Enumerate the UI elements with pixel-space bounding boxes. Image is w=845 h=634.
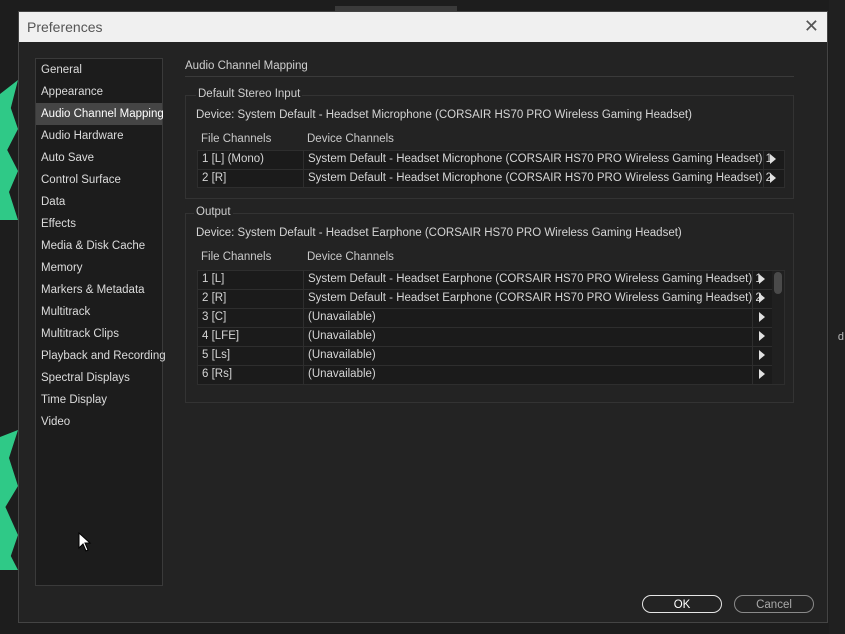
mouse-cursor-icon — [78, 532, 92, 552]
input-group-label: Default Stereo Input — [196, 88, 303, 100]
device-channel-cell: System Default - Headset Microphone (COR… — [308, 172, 772, 184]
sidebar-item-media-disk-cache[interactable]: Media & Disk Cache — [36, 235, 162, 257]
close-icon[interactable]: ✕ — [804, 16, 819, 36]
sidebar-item-control-surface[interactable]: Control Surface — [36, 169, 162, 191]
cancel-button[interactable]: Cancel — [734, 595, 814, 613]
table-row[interactable]: 5 [Ls] (Unavailable) — [198, 347, 784, 366]
device-channel-cell: (Unavailable) — [308, 349, 376, 361]
file-channel-cell: 5 [Ls] — [202, 349, 231, 361]
sidebar-item-data[interactable]: Data — [36, 191, 162, 213]
file-channel-cell: 2 [R] — [202, 292, 227, 304]
sidebar-item-time-display[interactable]: Time Display — [36, 389, 162, 411]
chevron-right-icon[interactable] — [759, 274, 765, 284]
output-group-label: Output — [194, 206, 233, 218]
device-channel-cell: System Default - Headset Microphone (COR… — [308, 153, 772, 165]
background-side-char: d — [837, 331, 844, 343]
sidebar-item-general[interactable]: General — [36, 59, 162, 81]
ok-button[interactable]: OK — [642, 595, 722, 613]
chevron-right-icon[interactable] — [759, 350, 765, 360]
chevron-right-icon[interactable] — [759, 293, 765, 303]
file-channel-cell: 4 [LFE] — [202, 330, 240, 342]
sidebar-item-appearance[interactable]: Appearance — [36, 81, 162, 103]
input-col-device-channels: Device Channels — [307, 133, 394, 145]
input-mapping-table: 1 [L] (Mono) System Default - Headset Mi… — [197, 150, 785, 188]
sidebar-item-effects[interactable]: Effects — [36, 213, 162, 235]
sidebar-item-audio-hardware[interactable]: Audio Hardware — [36, 125, 162, 147]
output-group: Output Device: System Default - Headset … — [185, 206, 794, 403]
chevron-right-icon[interactable] — [759, 312, 765, 322]
background-right-panel — [829, 0, 845, 634]
table-row[interactable]: 4 [LFE] (Unavailable) — [198, 328, 784, 347]
sidebar-item-multitrack[interactable]: Multitrack — [36, 301, 162, 323]
waveform-top — [0, 80, 18, 220]
file-channel-cell: 2 [R] — [202, 172, 227, 184]
sidebar-item-video[interactable]: Video — [36, 411, 162, 433]
table-row[interactable]: 6 [Rs] (Unavailable) — [198, 366, 784, 384]
input-group: Default Stereo Input Device: System Defa… — [185, 88, 794, 199]
preferences-dialog: Preferences ✕ General Appearance Audio C… — [18, 11, 828, 623]
chevron-right-icon[interactable] — [770, 154, 776, 164]
section-title: Audio Channel Mapping — [185, 60, 308, 72]
table-row[interactable]: 1 [L] System Default - Headset Earphone … — [198, 271, 784, 290]
file-channel-cell: 1 [L] — [202, 273, 225, 285]
output-mapping-table: 1 [L] System Default - Headset Earphone … — [197, 270, 785, 385]
table-row[interactable]: 2 [R] System Default - Headset Earphone … — [198, 290, 784, 309]
device-channel-cell: System Default - Headset Earphone (CORSA… — [308, 292, 762, 304]
sidebar-item-multitrack-clips[interactable]: Multitrack Clips — [36, 323, 162, 345]
file-channel-cell: 3 [C] — [202, 311, 227, 323]
chevron-right-icon[interactable] — [759, 369, 765, 379]
output-table-scrollbar[interactable] — [772, 271, 784, 384]
table-row[interactable]: 1 [L] (Mono) System Default - Headset Mi… — [198, 151, 784, 170]
table-row[interactable]: 3 [C] (Unavailable) — [198, 309, 784, 328]
device-channel-cell: System Default - Headset Earphone (CORSA… — [308, 273, 762, 285]
device-channel-cell: (Unavailable) — [308, 368, 376, 380]
sidebar-item-spectral-displays[interactable]: Spectral Displays — [36, 367, 162, 389]
device-channel-cell: (Unavailable) — [308, 330, 376, 342]
sidebar-item-playback-recording[interactable]: Playback and Recording — [36, 345, 166, 367]
dialog-title: Preferences — [27, 19, 103, 35]
preferences-sidebar: General Appearance Audio Channel Mapping… — [35, 58, 166, 586]
sidebar-item-audio-channel-mapping[interactable]: Audio Channel Mapping — [36, 103, 164, 125]
sidebar-item-memory[interactable]: Memory — [36, 257, 162, 279]
output-device-label: Device: System Default - Headset Earphon… — [196, 227, 682, 239]
input-device-label: Device: System Default - Headset Microph… — [196, 109, 692, 121]
scrollbar-thumb[interactable] — [774, 272, 782, 294]
device-channel-cell: (Unavailable) — [308, 311, 376, 323]
output-col-device-channels: Device Channels — [307, 251, 394, 263]
output-col-file-channels: File Channels — [201, 251, 272, 263]
title-bar: Preferences ✕ — [19, 12, 827, 42]
file-channel-cell: 6 [Rs] — [202, 368, 233, 380]
chevron-right-icon[interactable] — [770, 173, 776, 183]
chevron-right-icon[interactable] — [759, 331, 765, 341]
file-channel-cell: 1 [L] (Mono) — [202, 153, 264, 165]
section-divider — [185, 76, 794, 77]
waveform-bottom — [0, 430, 18, 570]
sidebar-item-auto-save[interactable]: Auto Save — [36, 147, 162, 169]
sidebar-item-markers-metadata[interactable]: Markers & Metadata — [36, 279, 162, 301]
table-row[interactable]: 2 [R] System Default - Headset Microphon… — [198, 170, 784, 189]
input-col-file-channels: File Channels — [201, 133, 272, 145]
